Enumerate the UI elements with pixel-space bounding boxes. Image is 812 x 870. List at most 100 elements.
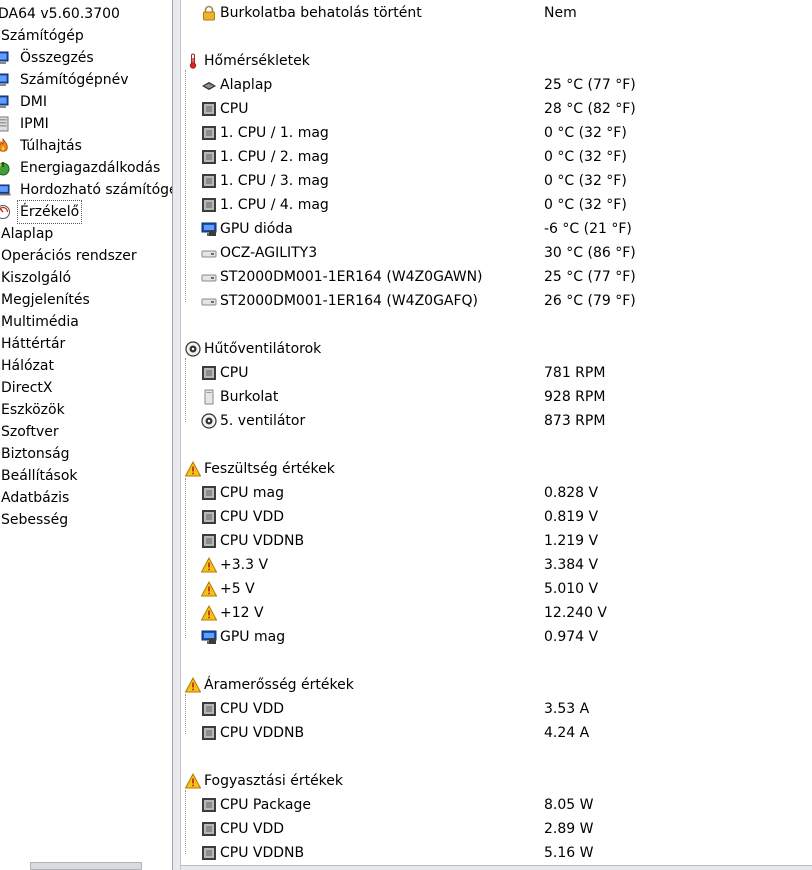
sensor-label: CPU VDDNB (220, 725, 305, 741)
tree-item-label: Biztonság (1, 446, 70, 462)
tree-item-label: Összegzés (20, 50, 94, 66)
section-title: Hőmérsékletek (204, 53, 310, 69)
chip-icon (201, 149, 217, 165)
sensor-value: 781 RPM (544, 365, 606, 381)
tree-item-label: IPMI (20, 116, 49, 132)
flame-icon (0, 137, 11, 154)
chip-icon (201, 101, 217, 117)
chip-icon (201, 485, 217, 501)
sensor-row[interactable]: ST2000DM001-1ER164 (W4Z0GAFQ) 26 °C (79 °… (181, 290, 812, 312)
tree-item-label: Megjelenítés (1, 292, 90, 308)
pane-splitter[interactable] (172, 0, 181, 870)
chip-icon (201, 797, 217, 813)
sensor-value: 3.53 A (544, 701, 590, 717)
sensor-value: 30 °C (86 °F) (544, 245, 636, 261)
section-title: Fogyasztási értékek (204, 773, 344, 789)
sensor-row[interactable]: 1. CPU / 2. mag 0 °C (32 °F) (181, 146, 812, 168)
sensor-row[interactable]: CPU VDD 0.819 V (181, 506, 812, 528)
sensor-value: 873 RPM (544, 413, 606, 429)
computer-icon (0, 50, 11, 66)
sensor-row[interactable]: CPU VDDNB 1.219 V (181, 530, 812, 552)
sensor-value: 25 °C (77 °F) (544, 77, 636, 93)
sensor-value: 28 °C (82 °F) (544, 101, 636, 117)
tree-item-label: Multimédia (1, 314, 79, 330)
sensor-value: 0 °C (32 °F) (544, 173, 627, 189)
sensor-label: GPU mag (220, 629, 286, 645)
warning-icon (184, 460, 202, 477)
sensor-label: CPU VDDNB (220, 845, 305, 861)
chip-icon (201, 701, 217, 717)
navigation-tree: DA64 v5.60.3700 Számítógép Összegzés Számít… (0, 0, 172, 870)
sensor-label: Alaplap (220, 77, 273, 93)
sensor-row[interactable]: 1. CPU / 4. mag 0 °C (32 °F) (181, 194, 812, 216)
tree-item-label: Háttértár (1, 336, 66, 352)
sensor-row[interactable]: CPU 28 °C (82 °F) (181, 98, 812, 120)
sensor-row[interactable]: ST2000DM001-1ER164 (W4Z0GAWN) 25 °C (77 °… (181, 266, 812, 288)
sensor-row[interactable]: CPU 781 RPM (181, 362, 812, 384)
sensor-row[interactable]: 5. ventilátor 873 RPM (181, 410, 812, 432)
sensor-row[interactable]: +12 V 12.240 V (181, 602, 812, 624)
sensor-label: CPU Package (220, 797, 311, 813)
tree-item-label: Sebesség (1, 512, 69, 528)
sensor-row[interactable]: GPU dióda -6 °C (21 °F) (181, 218, 812, 240)
tree-item-label: Számítógép (1, 28, 84, 44)
tree-horizontal-scrollbar[interactable] (30, 862, 142, 870)
sensor-row[interactable]: GPU mag 0.974 V (181, 626, 812, 648)
sensor-row[interactable]: OCZ-AGILITY3 30 °C (86 °F) (181, 242, 812, 264)
chip-icon (201, 821, 217, 837)
tree-item-label: Kiszolgáló (1, 270, 72, 286)
sensor-label: CPU VDD (220, 509, 285, 525)
sensor-label: Burkolat (220, 389, 279, 405)
server-icon (0, 116, 11, 132)
sensor-row[interactable]: CPU mag 0.828 V (181, 482, 812, 504)
tree-connector-line (185, 358, 187, 422)
sensor-label: CPU (220, 365, 249, 381)
warning-icon (184, 676, 202, 693)
sensor-value: -6 °C (21 °F) (544, 221, 632, 237)
tree-item-label: Eszközök (1, 402, 65, 418)
sensor-row[interactable]: 1. CPU / 3. mag 0 °C (32 °F) (181, 170, 812, 192)
sensor-value: 1.219 V (544, 533, 599, 549)
drive-icon (201, 269, 217, 285)
sensor-row[interactable]: +5 V 5.010 V (181, 578, 812, 600)
warning-icon (200, 604, 218, 621)
sensor-value: 25 °C (77 °F) (544, 269, 636, 285)
sensor-row[interactable]: CPU VDD 3.53 A (181, 698, 812, 720)
laptop-icon (0, 182, 11, 198)
section-title: Áramerősség értékek (204, 677, 354, 693)
sensor-row[interactable]: Burkolat 928 RPM (181, 386, 812, 408)
sensor-row[interactable]: CPU Package 8.05 W (181, 794, 812, 816)
section-title: Hűtőventilátorok (204, 341, 322, 357)
warning-icon (200, 556, 218, 573)
sensor-row[interactable]: CPU VDDNB 5.16 W (181, 842, 812, 864)
section-title: Feszültség értékek (204, 461, 335, 477)
intrusion-row[interactable]: Burkolatba behatolás történt Nem (181, 2, 812, 24)
sensor-value: 12.240 V (544, 605, 608, 621)
sensor-label: CPU VDDNB (220, 533, 305, 549)
sensor-value: 2.89 W (544, 821, 594, 837)
sensor-row[interactable]: CPU VDD 2.89 W (181, 818, 812, 840)
warning-icon (200, 580, 218, 597)
sensor-row[interactable]: 1. CPU / 1. mag 0 °C (32 °F) (181, 122, 812, 144)
sensor-value: 5.010 V (544, 581, 599, 597)
sensor-label: +3.3 V (220, 557, 269, 573)
chip-icon (201, 197, 217, 213)
sensor-label: ST2000DM001-1ER164 (W4Z0GAFQ) (220, 293, 479, 309)
sensor-label: 1. CPU / 2. mag (220, 149, 329, 165)
tree-item-label: Érzékelő (16, 200, 83, 224)
chip-icon (201, 725, 217, 741)
sensor-row[interactable]: CPU VDDNB 4.24 A (181, 722, 812, 744)
thermometer-icon (185, 53, 201, 69)
sensor-label: Burkolatba behatolás történt (220, 5, 422, 21)
sensor-label: GPU dióda (220, 221, 293, 237)
chip-icon (201, 845, 217, 861)
warning-icon (184, 772, 202, 789)
sensor-row[interactable]: Alaplap 25 °C (77 °F) (181, 74, 812, 96)
tree-item-label: Túlhajtás (20, 138, 82, 154)
sensor-value: 0 °C (32 °F) (544, 197, 627, 213)
horizontal-scrollbar[interactable] (181, 865, 812, 870)
tree-connector-line (185, 790, 187, 854)
sensor-row[interactable]: +3.3 V 3.384 V (181, 554, 812, 576)
sensor-label: OCZ-AGILITY3 (220, 245, 318, 261)
sensor-label: 1. CPU / 3. mag (220, 173, 329, 189)
